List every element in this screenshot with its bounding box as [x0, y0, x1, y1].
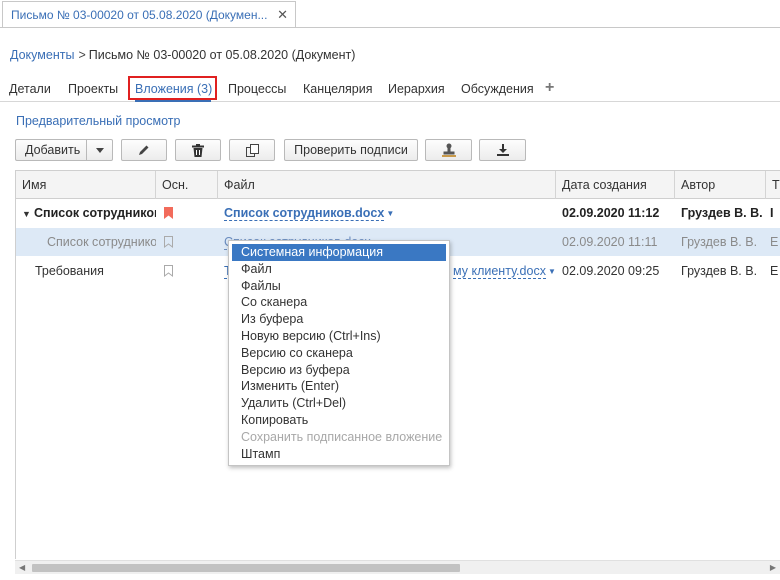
- tab-processes[interactable]: Процессы: [228, 82, 286, 96]
- row-created: 02.09.2020 11:12: [562, 206, 660, 220]
- menu-item-version-from-clipboard[interactable]: Версию из буфера: [232, 362, 446, 379]
- close-icon[interactable]: ✕: [277, 7, 288, 23]
- menu-item-copy[interactable]: Копировать: [232, 412, 446, 429]
- add-dropdown-button[interactable]: [86, 139, 113, 161]
- pencil-icon: [139, 145, 149, 155]
- horizontal-scrollbar[interactable]: ◀ ▶: [15, 560, 780, 574]
- menu-item-delete[interactable]: Удалить (Ctrl+Del): [232, 395, 446, 412]
- chevron-down-icon[interactable]: ▼: [386, 209, 394, 218]
- tabs-divider: [0, 101, 780, 102]
- table-row[interactable]: ▼ Список сотрудников Список сотрудников.d…: [16, 199, 780, 227]
- download-button[interactable]: [479, 139, 526, 161]
- download-icon: [496, 144, 509, 156]
- row-created: 02.09.2020 09:25: [562, 264, 660, 278]
- column-header-type[interactable]: Т: [766, 171, 780, 199]
- context-menu: Системная информация Файл Файлы Со скане…: [228, 240, 450, 466]
- file-link[interactable]: Список сотрудников.docx: [224, 206, 385, 221]
- expand-arrow-icon[interactable]: ▼: [22, 200, 34, 227]
- row-author: Груздев В. В.: [681, 264, 758, 278]
- bookmark-outline-icon[interactable]: [164, 265, 173, 277]
- stamp-button[interactable]: [425, 139, 472, 161]
- trash-icon: [192, 143, 204, 157]
- file-link-tail[interactable]: му клиенту.docx: [453, 264, 546, 279]
- menu-item-new-version[interactable]: Новую версию (Ctrl+Ins): [232, 328, 446, 345]
- tab-highlight-box: [128, 76, 217, 100]
- scrollbar-thumb[interactable]: [32, 564, 460, 572]
- document-tab[interactable]: Письмо № 03-00020 от 05.08.2020 (Докумен…: [2, 1, 296, 27]
- check-signatures-label: Проверить подписи: [294, 143, 408, 157]
- menu-item-save-signed: Сохранить подписанное вложение: [241, 429, 443, 444]
- menu-item-file[interactable]: Файл: [232, 261, 446, 278]
- copy-icon: [245, 143, 259, 157]
- breadcrumb: Документы > Письмо № 03-00020 от 05.08.202…: [10, 48, 355, 62]
- row-name: Список сотрудников: [34, 206, 156, 220]
- menu-item-stamp[interactable]: Штамп: [232, 446, 446, 463]
- row-name-cell: ▼ Список сотрудников: [16, 199, 156, 227]
- row-file-tail: му клиенту.docx ▼: [453, 257, 556, 285]
- stamp-icon: [441, 143, 456, 157]
- tab-projects[interactable]: Проекты: [68, 82, 118, 96]
- menu-item-edit[interactable]: Изменить (Enter): [232, 378, 446, 395]
- tab-chancellery[interactable]: Канцелярия: [303, 82, 372, 96]
- row-file-cell: Список сотрудников.docx ▼: [218, 199, 556, 227]
- edit-button[interactable]: [121, 139, 167, 161]
- breadcrumb-current: Письмо № 03-00020 от 05.08.2020 (Докумен…: [88, 48, 356, 62]
- section-tabs: Детали Проекты Вложения (3) Процессы Кан…: [0, 78, 780, 102]
- add-button[interactable]: Добавить: [15, 139, 86, 161]
- row-name: Требования: [35, 264, 104, 278]
- row-name: Список сотрудников: [47, 235, 156, 249]
- active-tab-underline: [135, 100, 211, 102]
- add-tab-icon[interactable]: +: [545, 79, 554, 97]
- menu-item-from-clipboard[interactable]: Из буфера: [232, 311, 446, 328]
- row-created: 02.09.2020 11:11: [562, 235, 658, 249]
- tabbar-divider: [0, 27, 780, 28]
- menu-item-system-info[interactable]: Системная информация: [232, 244, 446, 261]
- chevron-down-icon[interactable]: ▼: [548, 267, 556, 276]
- row-type: I: [770, 206, 774, 220]
- menu-item-version-from-scanner[interactable]: Версию со сканера: [232, 345, 446, 362]
- menu-item-files[interactable]: Файлы: [232, 278, 446, 295]
- column-header-main[interactable]: Осн.: [156, 171, 218, 199]
- breadcrumb-root-link[interactable]: Документы: [10, 48, 74, 62]
- scroll-left-icon[interactable]: ◀: [19, 563, 25, 572]
- row-author: Груздев В. В.: [681, 235, 758, 249]
- tab-discussions[interactable]: Обсуждения: [461, 82, 534, 96]
- check-signatures-button[interactable]: Проверить подписи: [284, 139, 418, 161]
- column-header-name[interactable]: Имя: [16, 171, 156, 199]
- row-author: Груздев В. В.: [681, 206, 763, 220]
- chevron-down-icon: [95, 147, 104, 153]
- main-flag-icon[interactable]: [164, 207, 173, 219]
- bookmark-outline-icon[interactable]: [164, 236, 173, 248]
- tab-hierarchy[interactable]: Иерархия: [388, 82, 445, 96]
- row-type: E: [770, 264, 779, 278]
- copy-button[interactable]: [229, 139, 275, 161]
- column-header-author[interactable]: Автор: [675, 171, 766, 199]
- menu-item-from-scanner[interactable]: Со сканера: [232, 294, 446, 311]
- preview-link[interactable]: Предварительный просмотр: [16, 114, 180, 128]
- delete-button[interactable]: [175, 139, 221, 161]
- tab-details[interactable]: Детали: [9, 82, 51, 96]
- add-button-label: Добавить: [25, 143, 81, 157]
- column-header-file[interactable]: Файл: [218, 171, 556, 199]
- column-header-created[interactable]: Дата создания: [556, 171, 675, 199]
- attachments-grid-header: Имя Осн. Файл Дата создания Автор Т: [15, 170, 780, 199]
- scroll-right-icon[interactable]: ▶: [770, 563, 776, 572]
- breadcrumb-separator: >: [78, 48, 86, 62]
- document-tab-title[interactable]: Письмо № 03-00020 от 05.08.2020 (Докумен…: [11, 8, 275, 22]
- row-type: E: [770, 235, 779, 249]
